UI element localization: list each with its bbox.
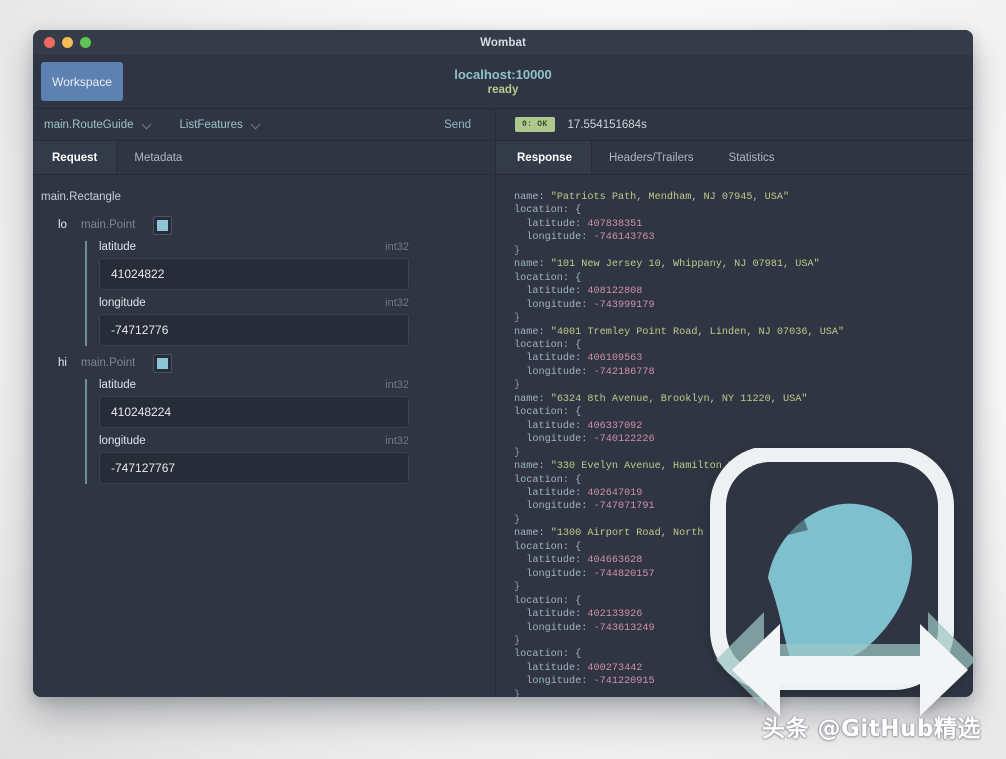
field-latitude: latitude int32 xyxy=(99,241,409,290)
chevron-down-icon xyxy=(143,120,152,129)
field-type: int32 xyxy=(385,379,409,391)
method-selector-label: ListFeatures xyxy=(179,118,243,131)
request-message-type: main.Rectangle xyxy=(41,191,121,203)
latitude-input[interactable] xyxy=(99,258,409,290)
request-form: main.Rectangle lo main.Point latitude in… xyxy=(33,175,495,697)
request-pane: main.RouteGuide ListFeatures Send Reques… xyxy=(33,109,496,697)
field-group-header: hi main.Point xyxy=(58,353,495,373)
field-longitude: longitude int32 xyxy=(99,297,409,346)
field-label: latitude xyxy=(99,241,137,253)
response-text: name: "Patriots Path, Mendham, NJ 07945,… xyxy=(514,192,875,697)
workspace-button[interactable]: Workspace xyxy=(41,62,123,101)
field-type: int32 xyxy=(385,435,409,447)
elapsed-time: 17.554151684s xyxy=(567,118,647,131)
field-label: longitude xyxy=(99,297,146,309)
field-group-key: hi xyxy=(58,357,67,369)
field-group-header: lo main.Point xyxy=(58,215,495,235)
field-list: latitude int32 longitude int32 xyxy=(85,241,409,346)
send-button[interactable]: Send xyxy=(438,118,477,132)
field-longitude: longitude int32 xyxy=(99,435,409,484)
tab-metadata[interactable]: Metadata xyxy=(117,141,200,174)
field-group-checkbox[interactable] xyxy=(153,353,173,373)
request-tabbar: Request Metadata xyxy=(33,141,495,175)
field-group-key: lo xyxy=(58,219,67,231)
field-group-type: main.Point xyxy=(81,219,136,231)
field-label: latitude xyxy=(99,379,137,391)
field-header: longitude int32 xyxy=(99,297,409,309)
field-label: longitude xyxy=(99,435,146,447)
window-title: Wombat xyxy=(480,36,526,49)
connection-state: ready xyxy=(487,83,519,96)
connection-status-block: localhost:10000 ready xyxy=(33,67,973,97)
response-status-row: 0: OK 17.554151684s xyxy=(496,109,973,141)
field-type: int32 xyxy=(385,297,409,309)
service-selector-label: main.RouteGuide xyxy=(44,118,134,131)
field-group-lo: lo main.Point latitude int32 41024822 lo… xyxy=(33,215,495,346)
service-selector[interactable]: main.RouteGuide xyxy=(44,119,152,131)
response-pane: 0: OK 17.554151684s Response Headers/Tra… xyxy=(496,109,973,697)
response-tabbar: Response Headers/Trailers Statistics xyxy=(496,141,973,175)
watermark-text: 头条 @GitHub精选 xyxy=(762,716,981,742)
longitude-input[interactable] xyxy=(99,314,409,346)
field-group-type: main.Point xyxy=(81,357,136,369)
chevron-down-icon xyxy=(252,120,261,129)
tab-statistics[interactable]: Statistics xyxy=(712,141,793,174)
field-type: int32 xyxy=(385,241,409,253)
method-selector[interactable]: ListFeatures xyxy=(180,119,261,131)
field-latitude: latitude int32 xyxy=(99,379,409,428)
field-header: latitude int32 xyxy=(99,241,409,253)
field-header: latitude int32 xyxy=(99,379,409,391)
status-badge: 0: OK xyxy=(515,117,555,132)
tab-headers-trailers[interactable]: Headers/Trailers xyxy=(592,141,712,174)
field-group-checkbox[interactable] xyxy=(153,215,173,235)
field-header: longitude int32 xyxy=(99,435,409,447)
tab-request[interactable]: Request xyxy=(33,141,118,174)
tab-response[interactable]: Response xyxy=(496,141,592,174)
field-group-hi: hi main.Point latitude int32 410248224 l… xyxy=(33,353,495,484)
field-list: latitude int32 longitude int32 xyxy=(85,379,409,484)
window-titlebar: Wombat xyxy=(33,30,973,55)
latitude-input[interactable] xyxy=(99,396,409,428)
top-toolbar: Workspace localhost:10000 ready xyxy=(33,55,973,109)
connection-host: localhost:10000 xyxy=(454,66,552,82)
method-selector-row: main.RouteGuide ListFeatures Send xyxy=(33,109,495,141)
main-split: main.RouteGuide ListFeatures Send Reques… xyxy=(33,109,973,697)
application-window: Wombat Workspace localhost:10000 ready m… xyxy=(33,30,973,697)
longitude-input[interactable] xyxy=(99,452,409,484)
response-output[interactable]: name: "Patriots Path, Mendham, NJ 07945,… xyxy=(496,175,973,697)
